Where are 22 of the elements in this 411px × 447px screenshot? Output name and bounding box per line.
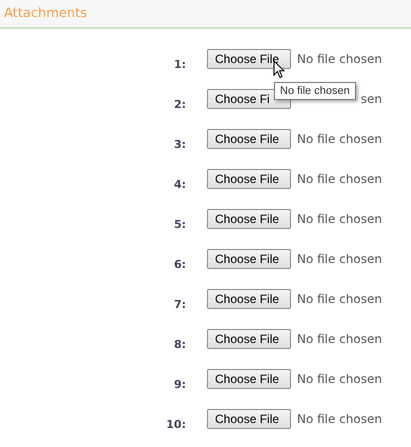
section-title: Attachments — [4, 6, 87, 21]
row-label: 7: — [172, 297, 186, 311]
file-status: No file chosen — [296, 212, 382, 226]
file-status: No file chosen — [296, 252, 382, 266]
row-label: 2: — [172, 97, 186, 111]
tooltip: No file chosen — [274, 82, 356, 100]
row-label: 6: — [172, 257, 186, 271]
file-status: No file chosen — [296, 52, 382, 66]
file-status: No file chosen — [296, 132, 382, 146]
row-label: 10: — [165, 417, 186, 431]
row-label: 4: — [172, 177, 186, 191]
file-status: No file chosen — [296, 372, 382, 386]
row-label: 8: — [172, 337, 186, 351]
file-status: sen — [360, 92, 382, 106]
file-status: No file chosen — [296, 412, 382, 426]
file-status: No file chosen — [296, 292, 382, 306]
row-label: 1: — [172, 57, 186, 71]
row-label: 3: — [172, 137, 186, 151]
row-label: 5: — [172, 217, 186, 231]
file-status: No file chosen — [296, 172, 382, 186]
file-status: No file chosen — [296, 332, 382, 346]
row-label: 9: — [172, 377, 186, 391]
